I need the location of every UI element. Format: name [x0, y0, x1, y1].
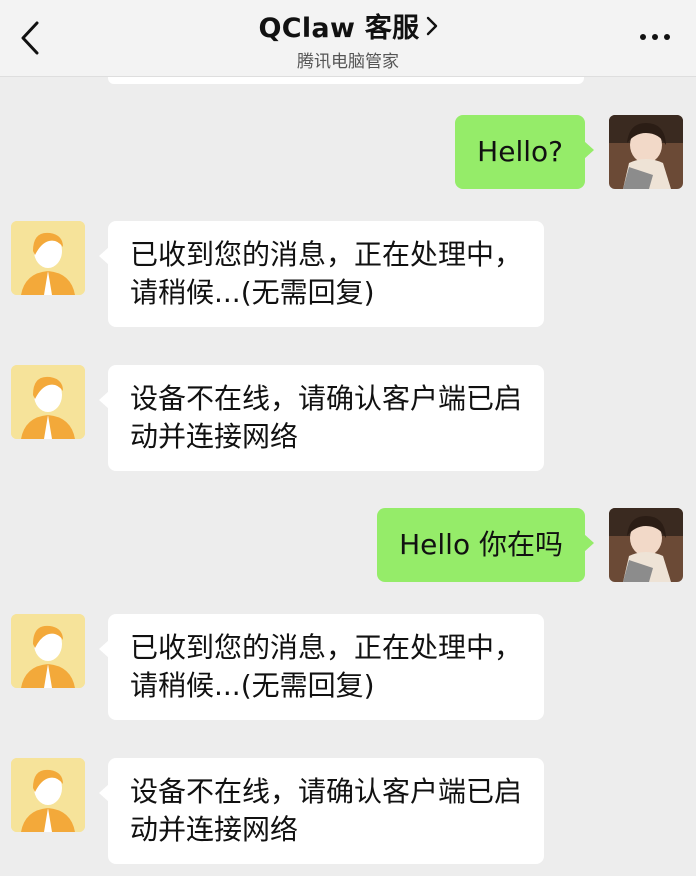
- user-avatar[interactable]: [609, 115, 683, 189]
- service-avatar[interactable]: [11, 758, 85, 832]
- service-avatar[interactable]: [11, 614, 85, 688]
- message-text-line: 动并连接网络: [130, 813, 299, 846]
- more-dot: [652, 34, 658, 40]
- default-avatar-icon: [11, 758, 85, 832]
- message-text: Hello?: [477, 135, 563, 168]
- message-text-line: 已收到您的消息，正在处理中，: [130, 238, 523, 271]
- message-text-line: 请稍候...(无需回复): [130, 276, 375, 309]
- message-text-line: 动并连接网络: [130, 420, 299, 453]
- user-photo-icon: [609, 115, 683, 189]
- incoming-message-bubble[interactable]: 设备不在线，请确认客户端已启 动并连接网络: [99, 365, 545, 471]
- chat-title[interactable]: QClaw 客服: [259, 6, 420, 45]
- user-avatar[interactable]: [609, 508, 683, 582]
- chat-subtitle: 腾讯电脑管家: [297, 52, 399, 72]
- bubble-tail: [99, 784, 109, 802]
- message-text-line: 已收到您的消息，正在处理中，: [130, 631, 523, 664]
- bubble-tail: [99, 247, 109, 265]
- service-avatar[interactable]: [11, 221, 85, 295]
- more-dot: [664, 34, 670, 40]
- more-button[interactable]: [632, 22, 678, 52]
- chat-title-area[interactable]: QClaw 客服 腾讯电脑管家: [0, 6, 696, 72]
- service-avatar[interactable]: [11, 365, 85, 439]
- bubble-tail: [99, 391, 109, 409]
- bubble-tail: [584, 534, 594, 552]
- incoming-message-bubble[interactable]: 设备不在线，请确认客户端已启 动并连接网络: [99, 758, 545, 864]
- message-text-line: 请稍候...(无需回复): [130, 669, 375, 702]
- chevron-right-icon: [426, 16, 438, 36]
- default-avatar-icon: [11, 614, 85, 688]
- outgoing-message-bubble[interactable]: Hello 你在吗: [377, 508, 594, 582]
- message-text-line: 设备不在线，请确认客户端已启: [130, 775, 523, 808]
- user-photo-icon: [609, 508, 683, 582]
- default-avatar-icon: [11, 221, 85, 295]
- message-text: Hello 你在吗: [399, 528, 563, 561]
- incoming-message-bubble[interactable]: 已收到您的消息，正在处理中， 请稍候...(无需回复): [99, 614, 545, 720]
- default-avatar-icon: [11, 365, 85, 439]
- chat-header: QClaw 客服 腾讯电脑管家: [0, 0, 696, 77]
- more-dots-icon: [640, 34, 646, 40]
- bubble-tail: [99, 640, 109, 658]
- bubble-tail: [584, 141, 594, 159]
- incoming-message-bubble[interactable]: 已收到您的消息，正在处理中， 请稍候...(无需回复): [99, 221, 545, 327]
- message-text-line: 设备不在线，请确认客户端已启: [130, 382, 523, 415]
- outgoing-message-bubble[interactable]: Hello?: [455, 115, 594, 189]
